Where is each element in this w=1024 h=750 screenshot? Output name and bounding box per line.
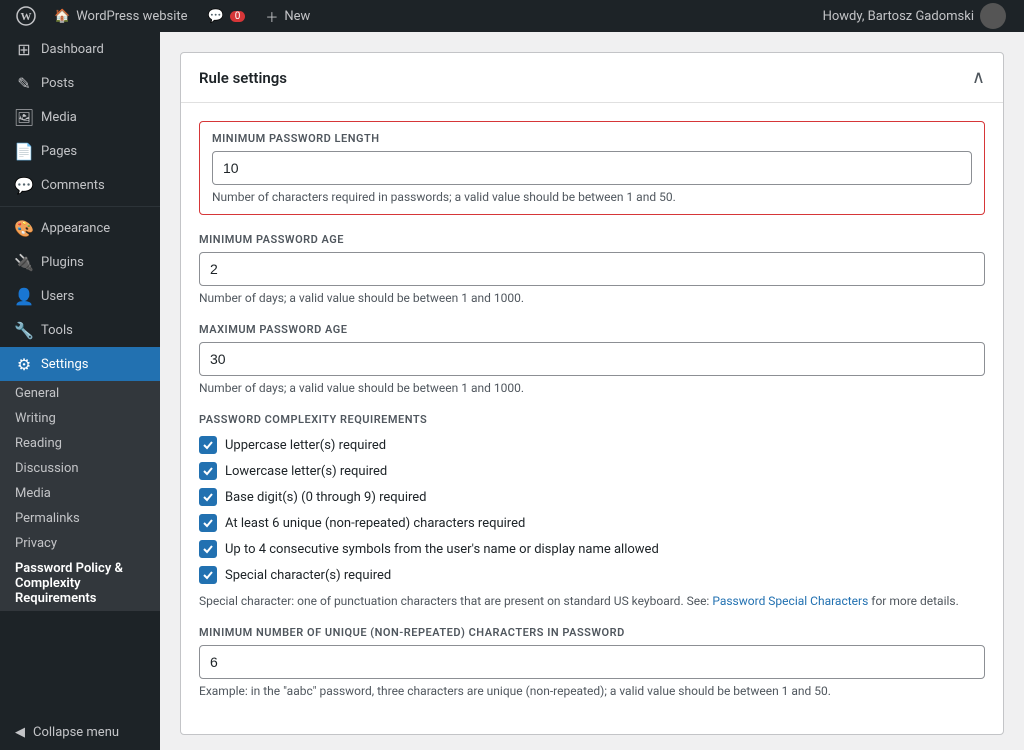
min-password-length-label: MINIMUM PASSWORD LENGTH bbox=[212, 132, 972, 145]
users-icon: 👤 bbox=[15, 287, 33, 305]
min-password-length-input[interactable] bbox=[212, 151, 972, 185]
sidebar-item-appearance[interactable]: 🎨 Appearance bbox=[0, 211, 160, 245]
media-icon: 🖼 bbox=[15, 108, 33, 126]
posts-icon: ✎ bbox=[15, 74, 33, 92]
howdy-text: Howdy, Bartosz Gadomski bbox=[823, 9, 974, 24]
submenu-general[interactable]: General bbox=[0, 381, 160, 406]
wp-logo[interactable]: W bbox=[8, 0, 44, 32]
checkbox-digits-box[interactable] bbox=[199, 488, 217, 506]
card-header: Rule settings ∧ bbox=[181, 53, 1003, 103]
submenu-writing[interactable]: Writing bbox=[0, 406, 160, 431]
sidebar-item-posts[interactable]: ✎ Posts bbox=[0, 66, 160, 100]
sidebar-item-dashboard[interactable]: ⊞ Dashboard bbox=[0, 32, 160, 66]
password-special-chars-link[interactable]: Password Special Characters bbox=[712, 594, 868, 608]
new-content-link[interactable]: ＋ New bbox=[255, 0, 320, 32]
sidebar-item-plugins[interactable]: 🔌 Plugins bbox=[0, 245, 160, 279]
sidebar: ⊞ Dashboard ✎ Posts 🖼 Media 📄 Pages 💬 Co… bbox=[0, 32, 160, 750]
min-unique-chars-label: MINIMUM NUMBER OF UNIQUE (NON-REPEATED) … bbox=[199, 626, 985, 639]
submenu-privacy[interactable]: Privacy bbox=[0, 531, 160, 556]
rule-settings-card: Rule settings ∧ MINIMUM PASSWORD LENGTH … bbox=[180, 52, 1004, 735]
sidebar-item-users[interactable]: 👤 Users bbox=[0, 279, 160, 313]
checkbox-list: Uppercase letter(s) required Lowercase l… bbox=[199, 436, 985, 584]
admin-bar: W 🏠 WordPress website 💬 0 ＋ New Howdy, B… bbox=[0, 0, 1024, 32]
min-unique-chars-group: MINIMUM NUMBER OF UNIQUE (NON-REPEATED) … bbox=[199, 626, 985, 698]
min-unique-chars-input[interactable] bbox=[199, 645, 985, 679]
plugins-icon: 🔌 bbox=[15, 253, 33, 271]
settings-icon: ⚙ bbox=[15, 355, 33, 373]
tools-icon: 🔧 bbox=[15, 321, 33, 339]
sidebar-item-pages[interactable]: 📄 Pages bbox=[0, 134, 160, 168]
dashboard-icon: ⊞ bbox=[15, 40, 33, 58]
checkbox-consecutive[interactable]: Up to 4 consecutive symbols from the use… bbox=[199, 540, 985, 558]
min-password-length-group: MINIMUM PASSWORD LENGTH Number of charac… bbox=[199, 121, 985, 215]
checkbox-lowercase-box[interactable] bbox=[199, 462, 217, 480]
complexity-group: PASSWORD COMPLEXITY REQUIREMENTS Upperca… bbox=[199, 413, 985, 608]
min-password-age-input[interactable] bbox=[199, 252, 985, 286]
collapse-icon: ◀ bbox=[15, 725, 25, 740]
max-password-age-input[interactable] bbox=[199, 342, 985, 376]
max-password-age-group: MAXIMUM PASSWORD AGE Number of days; a v… bbox=[199, 323, 985, 395]
pages-icon: 📄 bbox=[15, 142, 33, 160]
card-body: MINIMUM PASSWORD LENGTH Number of charac… bbox=[181, 103, 1003, 734]
sidebar-item-tools[interactable]: 🔧 Tools bbox=[0, 313, 160, 347]
checkbox-uppercase-box[interactable] bbox=[199, 436, 217, 454]
min-password-age-hint: Number of days; a valid value should be … bbox=[199, 291, 985, 305]
checkbox-uppercase[interactable]: Uppercase letter(s) required bbox=[199, 436, 985, 454]
sidebar-item-settings[interactable]: ⚙ Settings bbox=[0, 347, 160, 381]
submenu-discussion[interactable]: Discussion bbox=[0, 456, 160, 481]
checkbox-digits[interactable]: Base digit(s) (0 through 9) required bbox=[199, 488, 985, 506]
max-password-age-hint: Number of days; a valid value should be … bbox=[199, 381, 985, 395]
complexity-label: PASSWORD COMPLEXITY REQUIREMENTS bbox=[199, 413, 985, 426]
sidebar-item-comments[interactable]: 💬 Comments bbox=[0, 168, 160, 202]
special-char-note: Special character: one of punctuation ch… bbox=[199, 594, 985, 608]
checkbox-special-box[interactable] bbox=[199, 566, 217, 584]
card-title: Rule settings bbox=[199, 69, 287, 87]
collapse-card-button[interactable]: ∧ bbox=[972, 67, 985, 88]
submenu-permalinks[interactable]: Permalinks bbox=[0, 506, 160, 531]
comments-icon: 💬 bbox=[208, 9, 224, 24]
min-unique-chars-hint: Example: in the "aabc" password, three c… bbox=[199, 684, 985, 698]
plus-icon: ＋ bbox=[265, 7, 278, 26]
checkbox-unique[interactable]: At least 6 unique (non-repeated) charact… bbox=[199, 514, 985, 532]
checkbox-consecutive-box[interactable] bbox=[199, 540, 217, 558]
comments-link[interactable]: 💬 0 bbox=[198, 0, 256, 32]
collapse-menu-button[interactable]: ◀ Collapse menu bbox=[0, 715, 160, 750]
appearance-icon: 🎨 bbox=[15, 219, 33, 237]
min-password-length-hint: Number of characters required in passwor… bbox=[212, 190, 972, 204]
sidebar-item-media[interactable]: 🖼 Media bbox=[0, 100, 160, 134]
submenu-reading[interactable]: Reading bbox=[0, 431, 160, 456]
user-info: Howdy, Bartosz Gadomski bbox=[813, 3, 1016, 29]
site-name-link[interactable]: 🏠 WordPress website bbox=[44, 0, 198, 32]
checkbox-unique-box[interactable] bbox=[199, 514, 217, 532]
home-icon: 🏠 bbox=[54, 9, 70, 24]
submenu-password-policy[interactable]: Password Policy & Complexity Requirement… bbox=[0, 556, 160, 611]
checkbox-special[interactable]: Special character(s) required bbox=[199, 566, 985, 584]
svg-text:W: W bbox=[21, 11, 32, 23]
comments-nav-icon: 💬 bbox=[15, 176, 33, 194]
checkbox-lowercase[interactable]: Lowercase letter(s) required bbox=[199, 462, 985, 480]
main-content: Rule settings ∧ MINIMUM PASSWORD LENGTH … bbox=[160, 32, 1024, 750]
comments-count: 0 bbox=[230, 11, 246, 22]
min-password-age-group: MINIMUM PASSWORD AGE Number of days; a v… bbox=[199, 233, 985, 305]
submenu-media[interactable]: Media bbox=[0, 481, 160, 506]
max-password-age-label: MAXIMUM PASSWORD AGE bbox=[199, 323, 985, 336]
min-password-age-label: MINIMUM PASSWORD AGE bbox=[199, 233, 985, 246]
avatar bbox=[980, 3, 1006, 29]
